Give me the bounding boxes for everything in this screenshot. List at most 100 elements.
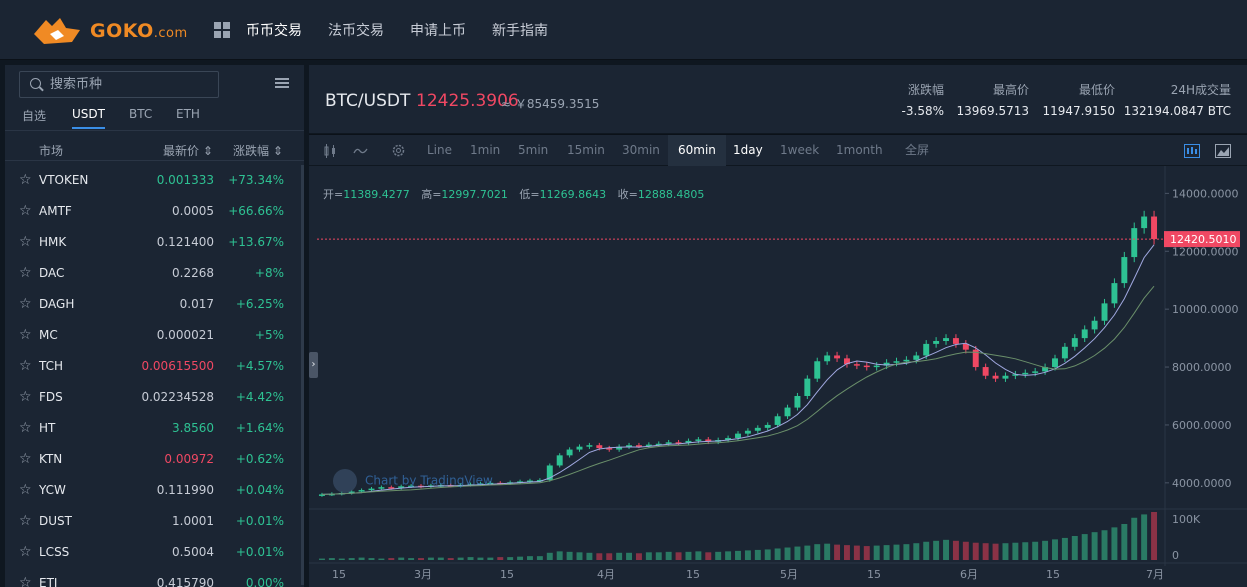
- candle-body: [774, 416, 781, 425]
- favorite-star-icon[interactable]: ☆: [19, 575, 32, 587]
- favorite-star-icon[interactable]: ☆: [19, 358, 32, 374]
- search-input[interactable]: [50, 75, 210, 94]
- nav-apply-listing[interactable]: 申请上币: [410, 20, 466, 40]
- volume-bar: [616, 552, 623, 560]
- volume-bar: [992, 543, 999, 560]
- volume-bar: [962, 541, 969, 560]
- price-tick-label: 4000.0000: [1172, 477, 1232, 490]
- volume-bar: [1141, 514, 1148, 560]
- price-tick-label: 14000.0000: [1172, 187, 1238, 200]
- volume-bar: [893, 544, 900, 560]
- settings-gear-icon[interactable]: [391, 143, 406, 158]
- volume-bar: [1151, 512, 1158, 560]
- col-change[interactable]: 涨跌幅 ⇕: [233, 142, 283, 159]
- col-latest-price[interactable]: 最新价 ⇕: [163, 142, 213, 159]
- market-row[interactable]: ☆ DAC 0.2268 +8%: [5, 258, 304, 289]
- interval-15min[interactable]: 15min: [559, 135, 613, 166]
- volume-bar: [576, 552, 583, 560]
- favorite-star-icon[interactable]: ☆: [19, 203, 32, 219]
- kline-chart[interactable]: 开=11389.4277 高=12997.7021 低=11269.8643 收…: [309, 166, 1247, 587]
- favorite-star-icon[interactable]: ☆: [19, 234, 32, 250]
- apps-grid-icon[interactable]: [214, 22, 230, 38]
- candle-body: [1022, 372, 1029, 375]
- market-row[interactable]: ☆ MC 0.000021 +5%: [5, 320, 304, 351]
- interval-30min[interactable]: 30min: [614, 135, 668, 166]
- market-tabs: 自选 USDT BTC ETH: [5, 105, 304, 131]
- market-row[interactable]: ☆ YCW 0.111990 +0.04%: [5, 475, 304, 506]
- goko-logo[interactable]: GOKO.com: [30, 12, 195, 52]
- market-row[interactable]: ☆ TCH 0.00615500 +4.57%: [5, 351, 304, 382]
- interval-1week[interactable]: 1week: [772, 135, 827, 166]
- market-row[interactable]: ☆ FDS 0.02234528 +4.42%: [5, 382, 304, 413]
- market-price: 3.8560: [172, 421, 214, 435]
- collapse-sidebar-button[interactable]: ›: [309, 352, 318, 378]
- market-symbol: MC: [39, 328, 58, 342]
- volume-bar: [933, 540, 940, 560]
- favorite-star-icon[interactable]: ☆: [19, 327, 32, 343]
- candle-body: [943, 338, 949, 341]
- market-row[interactable]: ☆ DUST 1.0001 +0.01%: [5, 506, 304, 537]
- favorite-star-icon[interactable]: ☆: [19, 513, 32, 529]
- tab-usdt[interactable]: USDT: [72, 107, 105, 129]
- watermark-text: Chart by TradingView: [365, 473, 493, 488]
- volume-bar: [1002, 543, 1009, 560]
- interval-1min[interactable]: 1min: [462, 135, 508, 166]
- candle-body: [992, 375, 999, 379]
- coin-search[interactable]: [19, 71, 219, 98]
- market-row[interactable]: ☆ ETI 0.415790 0.00%: [5, 568, 304, 587]
- volume-bar: [1022, 542, 1029, 560]
- volume-bar: [1091, 532, 1098, 560]
- market-change: +6.25%: [235, 297, 284, 311]
- favorite-star-icon[interactable]: ☆: [19, 389, 32, 405]
- interval-60min[interactable]: 60min: [668, 135, 726, 166]
- interval-line[interactable]: Line: [419, 135, 460, 166]
- depth-chart-icon[interactable]: [1215, 144, 1231, 158]
- nav-spot-trading[interactable]: 币币交易: [246, 20, 302, 40]
- market-row[interactable]: ☆ DAGH 0.017 +6.25%: [5, 289, 304, 320]
- interval-5min[interactable]: 5min: [510, 135, 556, 166]
- list-view-icon[interactable]: [275, 78, 289, 88]
- tradingview-watermark[interactable]: Chart by TradingView: [333, 469, 493, 493]
- market-row[interactable]: ☆ HT 3.8560 +1.64%: [5, 413, 304, 444]
- market-change: +0.01%: [235, 514, 284, 528]
- price-tick-label: 8000.0000: [1172, 361, 1232, 374]
- market-row[interactable]: ☆ LCSS 0.5004 +0.01%: [5, 537, 304, 568]
- candle-body: [576, 446, 583, 450]
- interval-1day[interactable]: 1day: [725, 135, 771, 166]
- tab-favorites[interactable]: 自选: [22, 107, 46, 124]
- favorite-star-icon[interactable]: ☆: [19, 451, 32, 467]
- volume-bar: [794, 546, 801, 560]
- nav-beginner-guide[interactable]: 新手指南: [492, 20, 548, 40]
- fullscreen-button[interactable]: 全屏: [897, 135, 937, 166]
- kline-chart-icon[interactable]: [1184, 144, 1200, 158]
- indicator-wave-icon[interactable]: [353, 145, 369, 157]
- volume-bar: [457, 557, 464, 560]
- market-list-scrollbar[interactable]: [301, 165, 304, 585]
- candle-body: [754, 427, 761, 431]
- market-row[interactable]: ☆ HMK 0.121400 +13.67%: [5, 227, 304, 258]
- favorite-star-icon[interactable]: ☆: [19, 420, 32, 436]
- favorite-star-icon[interactable]: ☆: [19, 265, 32, 281]
- tab-btc[interactable]: BTC: [129, 107, 152, 121]
- tab-eth[interactable]: ETH: [176, 107, 200, 121]
- volume-bar: [1061, 537, 1068, 560]
- favorite-star-icon[interactable]: ☆: [19, 482, 32, 498]
- favorite-star-icon[interactable]: ☆: [19, 544, 32, 560]
- favorite-star-icon[interactable]: ☆: [19, 296, 32, 312]
- volume-bar: [982, 543, 989, 560]
- candle-body: [596, 445, 603, 449]
- favorite-star-icon[interactable]: ☆: [19, 172, 32, 188]
- nav-fiat-trading[interactable]: 法币交易: [328, 20, 384, 40]
- market-change: +0.04%: [235, 483, 284, 497]
- candle-body: [784, 407, 791, 417]
- volume-bar: [903, 544, 910, 560]
- market-row[interactable]: ☆ KTN 0.00972 +0.62%: [5, 444, 304, 475]
- market-change: +4.57%: [235, 359, 284, 373]
- volume-bar: [725, 551, 732, 560]
- market-row[interactable]: ☆ AMTF 0.0005 +66.66%: [5, 196, 304, 227]
- candle-type-icon[interactable]: [323, 144, 337, 158]
- interval-1month[interactable]: 1month: [828, 135, 891, 166]
- market-price: 0.121400: [156, 235, 214, 249]
- market-price: 0.000021: [156, 328, 214, 342]
- market-row[interactable]: ☆ VTOKEN 0.001333 +73.34%: [5, 165, 304, 196]
